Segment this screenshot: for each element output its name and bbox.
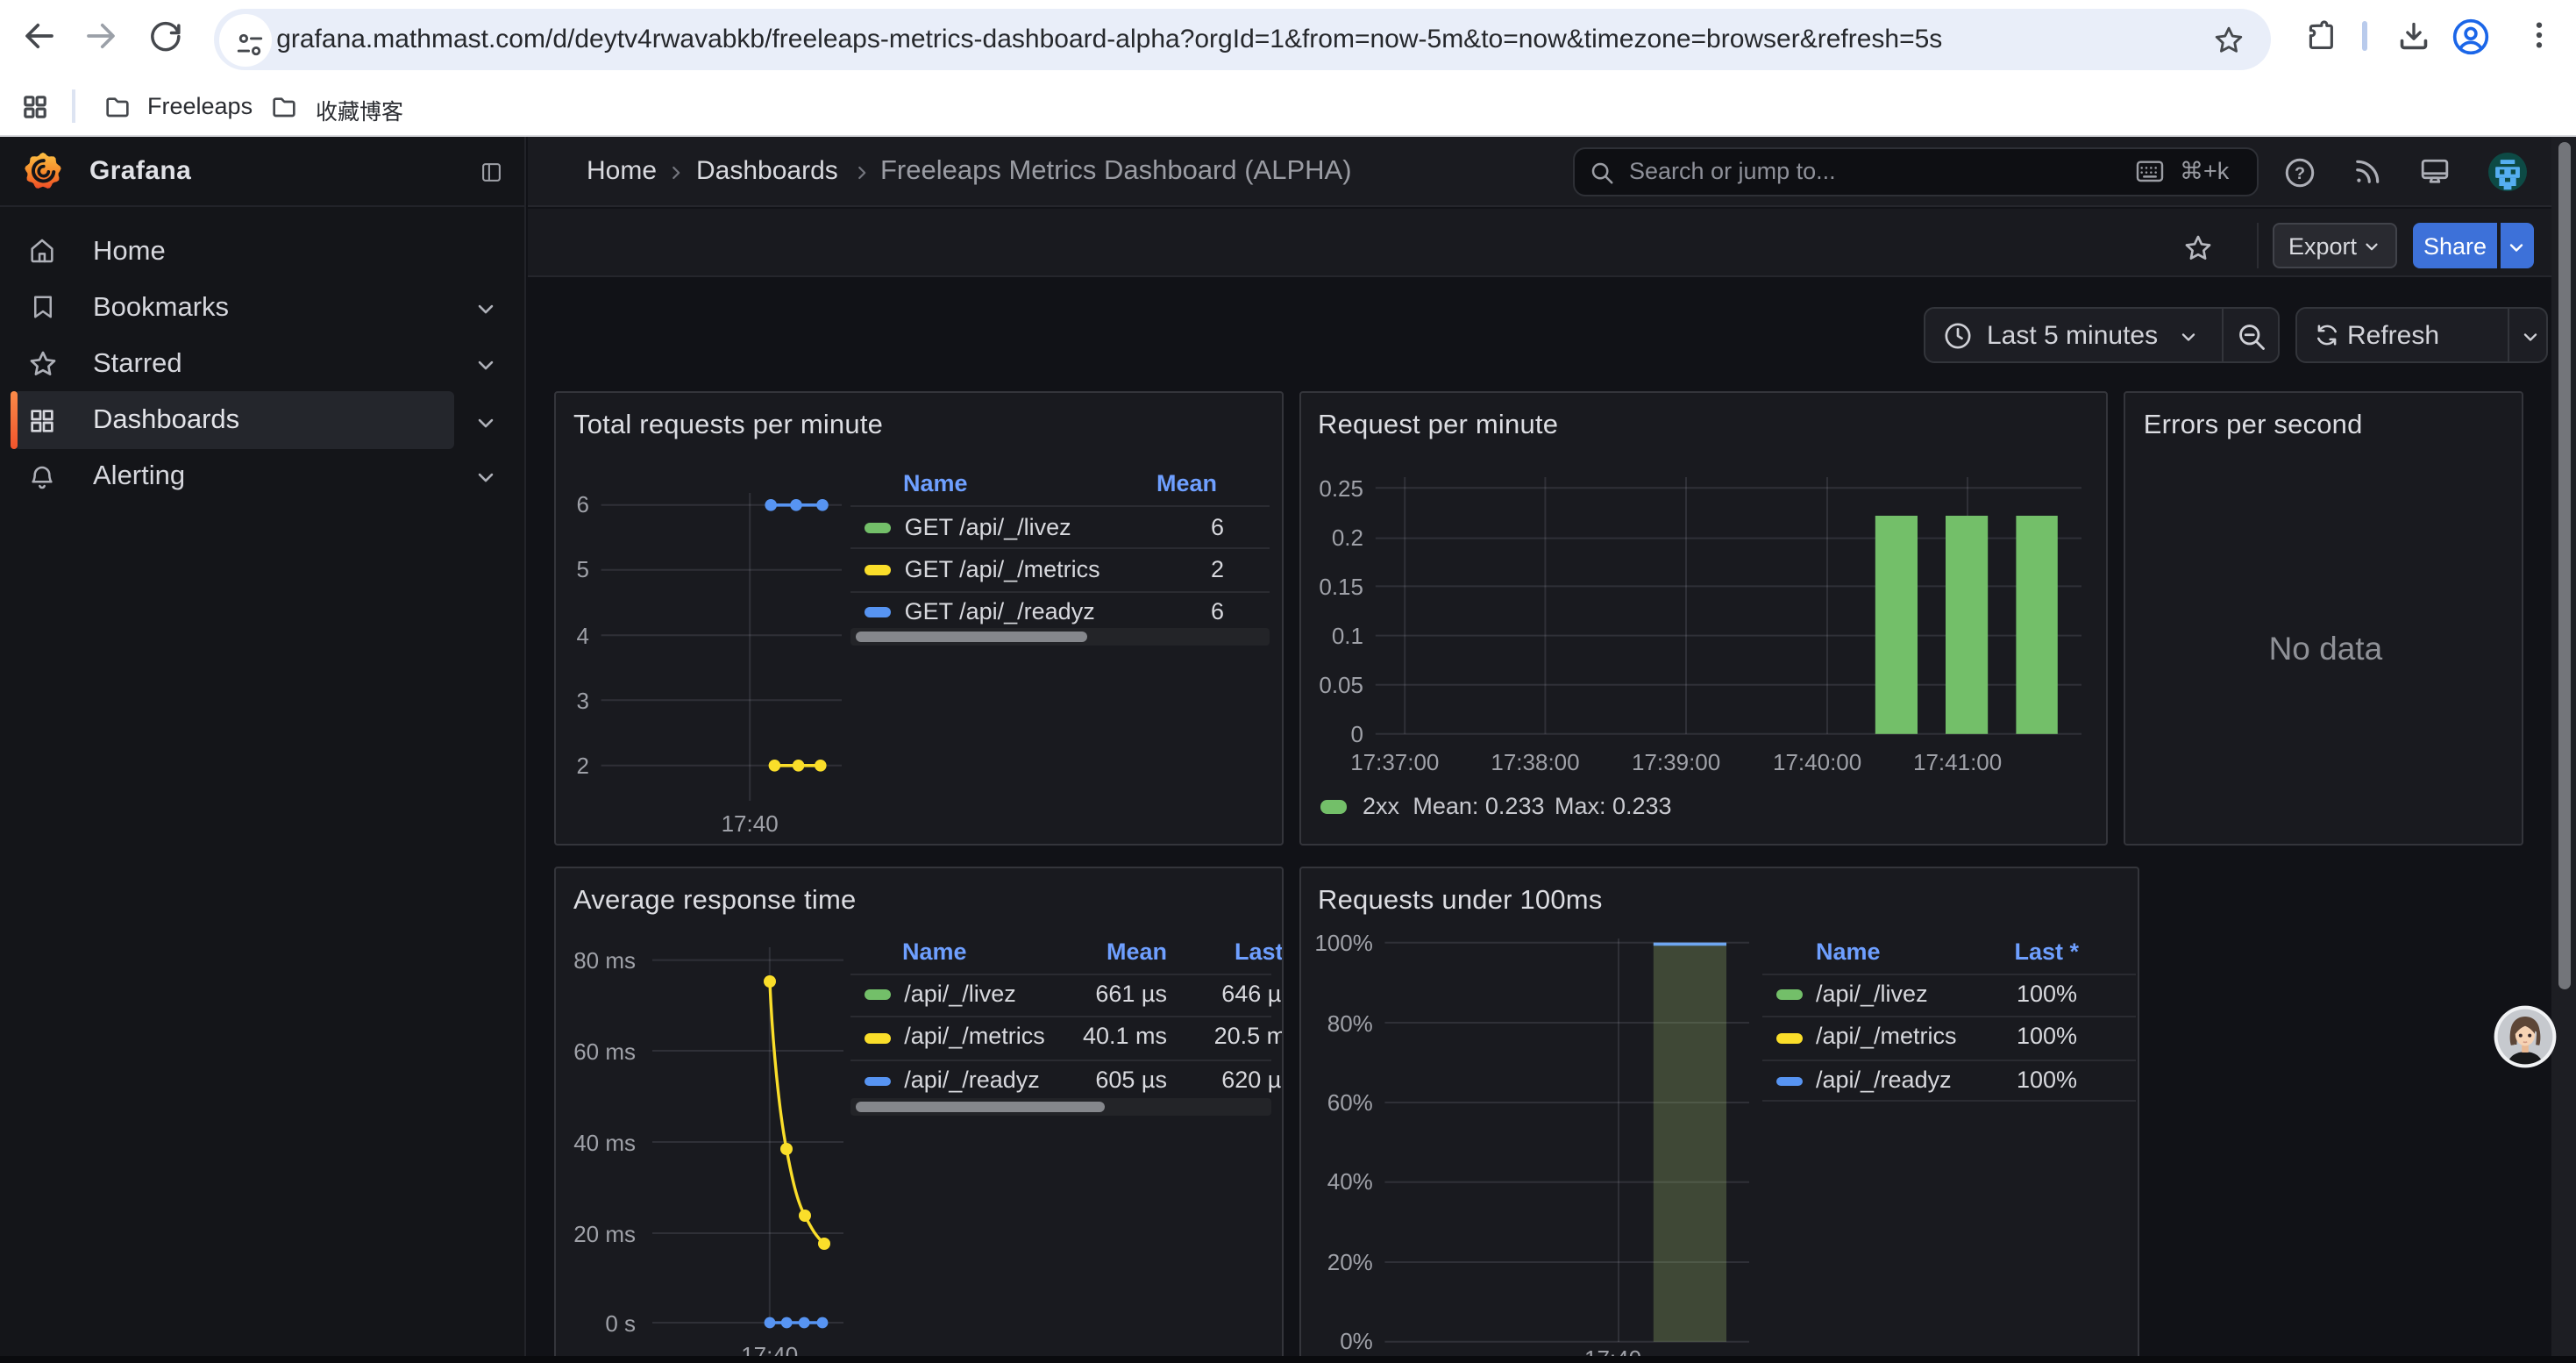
svg-text:?: ? [2295,163,2305,182]
